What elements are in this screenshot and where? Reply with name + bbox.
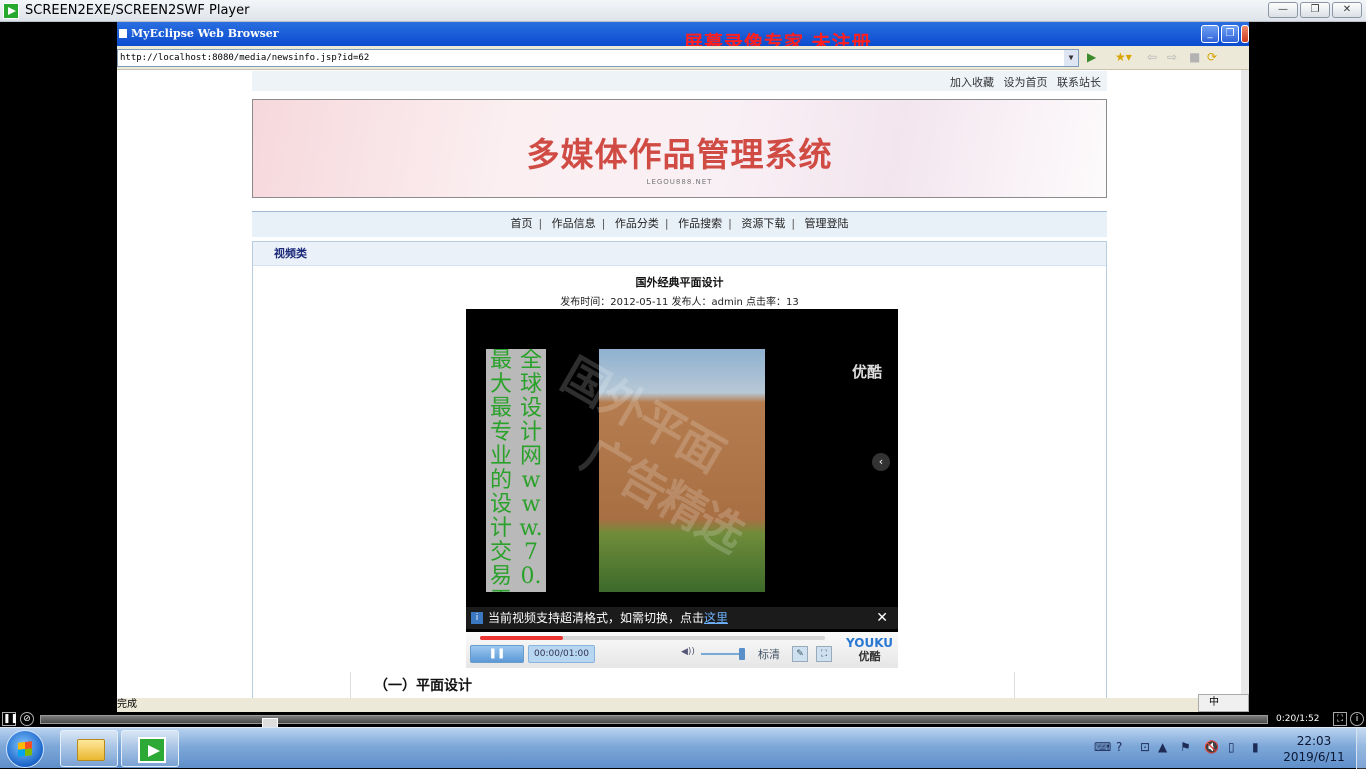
browser-status-bar: 完成 bbox=[117, 698, 1249, 712]
ide-browser-title-bar: MyEclipse Web Browser bbox=[117, 22, 1249, 46]
flag-icon[interactable]: ⚑ bbox=[1180, 740, 1191, 754]
ide-browser-title: MyEclipse Web Browser bbox=[131, 27, 279, 40]
playback-time: 0:20/1:52 bbox=[1276, 714, 1320, 724]
clock-date: 2019/6/11 bbox=[1283, 750, 1345, 764]
youku-logo-text: YOUKU bbox=[846, 636, 894, 650]
main-nav: 首页 | 作品信息 | 作品分类 | 作品搜索 | 资源下载 | 管理登陆 bbox=[252, 211, 1107, 237]
taskbar: ⌨ ? ⊡ ▲ ⚑ 🔇 ▯ ▮ 22:03 2019/6/11 bbox=[0, 727, 1366, 769]
refresh-icon[interactable]: ⟳ bbox=[1207, 50, 1217, 64]
link-contact-admin[interactable]: 联系站长 bbox=[1057, 76, 1101, 89]
network-icon[interactable]: ⊡ bbox=[1140, 740, 1150, 754]
video-control-bar: ❚❚ 00:00/01:00 ◀)) 标清 ✎ ⛶ YOUKU 优酷 bbox=[466, 632, 898, 668]
ide-close-button[interactable] bbox=[1241, 25, 1249, 43]
start-button[interactable] bbox=[6, 730, 44, 768]
player-title-bar: SCREEN2EXE/SCREEN2SWF Player — ❐ ✕ bbox=[0, 0, 1366, 22]
fullscreen-toggle-icon[interactable]: ⛶ bbox=[1333, 712, 1347, 726]
video-side-text: 全球设计网www.70.com 最大最专业的设计交易平台 bbox=[486, 349, 546, 592]
back-icon[interactable]: ⇦ bbox=[1147, 50, 1157, 64]
pause-button[interactable]: ❚❚ bbox=[470, 645, 524, 663]
pause-icon[interactable]: ❚❚ bbox=[2, 712, 18, 726]
favorites-icon[interactable]: ★▾ bbox=[1115, 50, 1132, 64]
stop-icon[interactable]: ⊘ bbox=[20, 712, 34, 726]
address-url: http://localhost:8080/media/newsinfo.jsp… bbox=[120, 53, 370, 63]
nav-downloads[interactable]: 资源下载 bbox=[741, 217, 785, 230]
section-heading: （一）平面设计 bbox=[350, 672, 1015, 698]
banner-title: 多媒体作品管理系统 bbox=[526, 135, 833, 174]
taskbar-screen2exe[interactable] bbox=[121, 730, 179, 767]
player-app-icon bbox=[3, 2, 19, 19]
volume-icon: ◀)) bbox=[681, 647, 695, 657]
fullscreen-icon[interactable]: ⛶ bbox=[816, 646, 832, 662]
address-dropdown-icon[interactable]: ▼ bbox=[1064, 50, 1078, 66]
folder-icon bbox=[77, 739, 105, 761]
youku-logo: YOUKU 优酷 bbox=[846, 636, 893, 664]
ime-indicator[interactable]: 中 bbox=[1198, 694, 1249, 712]
ime-label: 中 bbox=[1209, 697, 1219, 708]
ide-minimize-button[interactable]: _ bbox=[1201, 25, 1219, 43]
top-links: 加入收藏 设为首页 联系站长 bbox=[252, 71, 1107, 91]
help-icon[interactable]: ? bbox=[1116, 740, 1122, 754]
article-title: 国外经典平面设计 bbox=[635, 276, 724, 289]
nav-home[interactable]: 首页 bbox=[510, 217, 532, 230]
show-hidden-icons[interactable]: ▲ bbox=[1158, 740, 1167, 754]
go-icon[interactable]: ▶ bbox=[1087, 50, 1096, 64]
volume-slider[interactable]: ◀)) bbox=[681, 647, 751, 661]
stop-icon[interactable]: ■ bbox=[1189, 50, 1200, 64]
chevron-left-icon[interactable]: ‹ bbox=[872, 453, 890, 471]
nav-works[interactable]: 作品信息 bbox=[552, 217, 596, 230]
signal-icon[interactable]: ▮ bbox=[1252, 740, 1259, 754]
forward-icon[interactable]: ⇨ bbox=[1167, 50, 1177, 64]
system-clock[interactable]: 22:03 2019/6/11 bbox=[1282, 733, 1346, 765]
taskbar-explorer[interactable] bbox=[60, 730, 118, 767]
minimize-button[interactable]: — bbox=[1268, 2, 1298, 18]
youku-logo-cn: 优酷 bbox=[858, 650, 881, 663]
maximize-button[interactable]: ❐ bbox=[1300, 2, 1330, 18]
window-icon bbox=[119, 29, 127, 38]
status-text: 完成 bbox=[117, 699, 137, 710]
player-title: SCREEN2EXE/SCREEN2SWF Player bbox=[25, 3, 250, 18]
keyboard-icon[interactable]: ⌨ bbox=[1094, 740, 1111, 754]
site-banner: 多媒体作品管理系统 LEGOU888.NET bbox=[252, 99, 1107, 198]
close-icon[interactable]: ✕ bbox=[876, 607, 888, 629]
category-label: 视频类 bbox=[253, 242, 1106, 266]
info-icon[interactable]: i bbox=[1350, 712, 1364, 726]
hd-notice-bar: i 当前视频支持超清格式，如需切换，点击这里 ✕ bbox=[466, 607, 898, 629]
show-desktop-button[interactable] bbox=[1356, 728, 1366, 769]
web-page: 加入收藏 设为首页 联系站长 多媒体作品管理系统 LEGOU888.NET 首页… bbox=[117, 71, 1249, 698]
nav-categories[interactable]: 作品分类 bbox=[615, 217, 659, 230]
playback-seek-bar[interactable] bbox=[40, 715, 1268, 729]
video-player[interactable]: 全球设计网www.70.com 最大最专业的设计交易平台 国外平面 广告精选 优… bbox=[466, 309, 898, 668]
banner-subtitle: LEGOU888.NET bbox=[646, 178, 713, 186]
quality-button[interactable]: 标清 bbox=[758, 646, 780, 662]
info-icon: i bbox=[471, 612, 483, 624]
link-set-homepage[interactable]: 设为首页 bbox=[1004, 76, 1048, 89]
page-scrollbar[interactable] bbox=[1241, 70, 1249, 698]
youku-watermark: 优酷 bbox=[851, 363, 882, 381]
article-panel: 视频类 国外经典平面设计 发布时间：2012-05-11 发布人：admin 点… bbox=[252, 241, 1107, 698]
nav-search[interactable]: 作品搜索 bbox=[678, 217, 722, 230]
video-seek-bar[interactable] bbox=[480, 636, 825, 640]
address-input[interactable]: http://localhost:8080/media/newsinfo.jsp… bbox=[117, 49, 1079, 67]
hd-notice-text: 当前视频支持超清格式，如需切换，点击 bbox=[488, 611, 705, 625]
video-col-left: 最大最专业的设计交易平台 bbox=[489, 349, 512, 592]
article-meta: 发布时间：2012-05-11 发布人：admin 点击率：13 bbox=[560, 297, 799, 308]
clock-time: 22:03 bbox=[1296, 734, 1332, 748]
playback-bar: ❚❚ ⊘ 0:20/1:52 ⛶ i bbox=[0, 712, 1366, 729]
settings-wrench-icon[interactable]: ✎ bbox=[792, 646, 808, 662]
screen2exe-icon bbox=[138, 737, 166, 763]
video-col-right: 全球设计网www.70.com bbox=[518, 349, 544, 592]
power-icon[interactable]: ▯ bbox=[1228, 740, 1235, 754]
recorded-screen: MyEclipse Web Browser 屏幕录像专家 未注册 _ ❐ htt… bbox=[117, 22, 1249, 712]
hd-switch-link[interactable]: 这里 bbox=[704, 611, 728, 625]
close-button[interactable]: ✕ bbox=[1332, 2, 1362, 18]
nav-admin-login[interactable]: 管理登陆 bbox=[805, 217, 849, 230]
address-toolbar: http://localhost:8080/media/newsinfo.jsp… bbox=[117, 46, 1249, 70]
speaker-muted-icon[interactable]: 🔇 bbox=[1204, 740, 1219, 754]
link-add-favorite[interactable]: 加入收藏 bbox=[950, 76, 994, 89]
video-time: 00:00/01:00 bbox=[528, 645, 595, 663]
ide-restore-button[interactable]: ❐ bbox=[1221, 25, 1239, 43]
